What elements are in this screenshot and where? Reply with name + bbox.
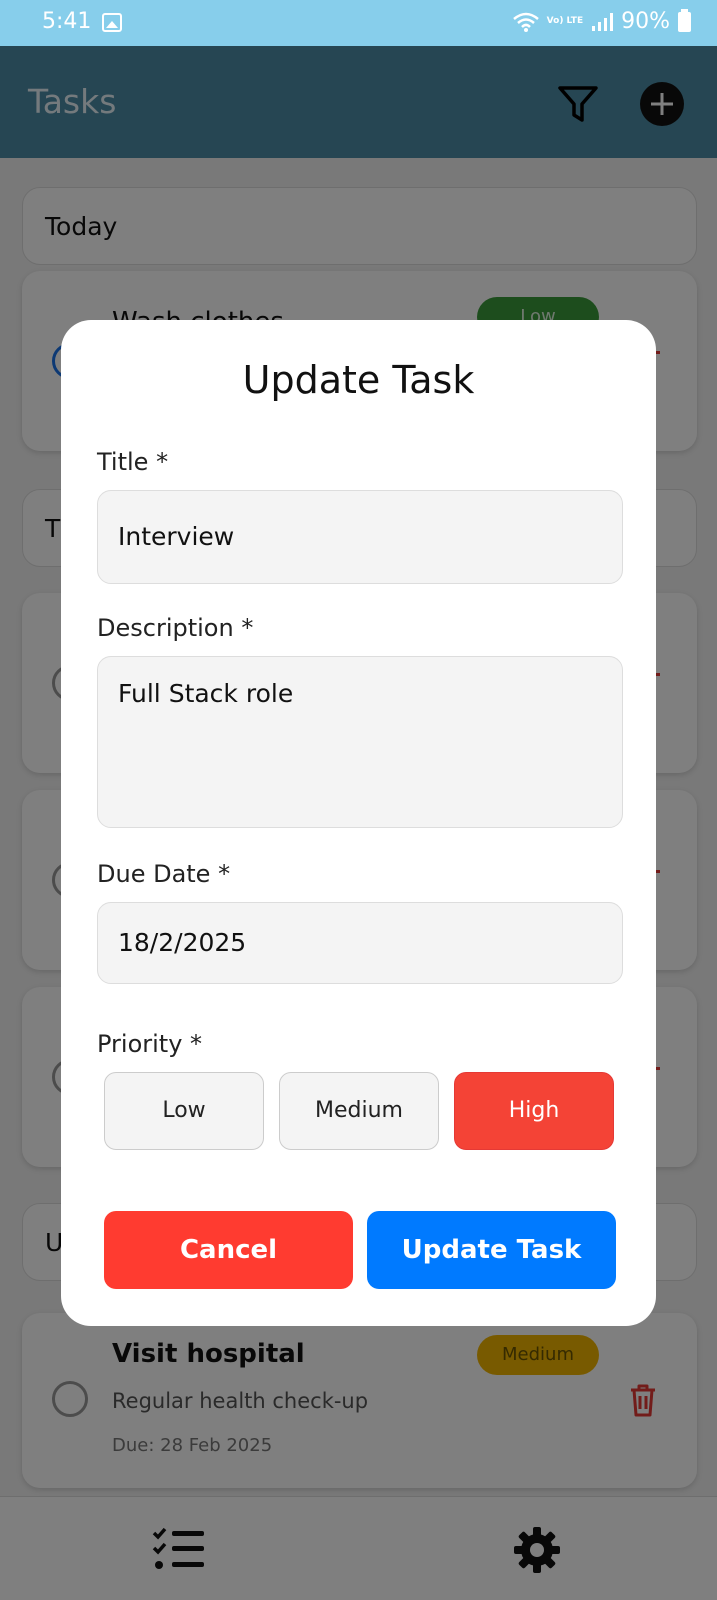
update-task-dialog: Update Task Title * Interview Descriptio…	[61, 320, 656, 1326]
signal-icon	[592, 12, 614, 31]
volte-icon: Vo) LTE	[546, 16, 584, 26]
status-bar: 5:41 Vo) LTE 90%	[0, 0, 717, 46]
priority-low-button[interactable]: Low	[104, 1072, 264, 1150]
cancel-button[interactable]: Cancel	[104, 1211, 353, 1289]
due-date-label: Due Date *	[97, 860, 231, 888]
wifi-icon	[512, 12, 539, 32]
priority-label: Priority *	[97, 1030, 203, 1058]
battery-icon	[678, 8, 691, 32]
due-date-input[interactable]: 18/2/2025	[97, 902, 623, 984]
status-icons: Vo) LTE 90%	[512, 8, 691, 34]
image-notification-icon	[102, 13, 122, 32]
title-input[interactable]: Interview	[97, 490, 623, 584]
battery-percent: 90%	[621, 9, 670, 34]
update-task-button[interactable]: Update Task	[367, 1211, 616, 1289]
description-textarea[interactable]: Full Stack role	[97, 656, 623, 828]
title-label: Title *	[97, 448, 169, 476]
dialog-title: Update Task	[242, 358, 475, 402]
priority-medium-button[interactable]: Medium	[279, 1072, 439, 1150]
status-time: 5:41	[42, 9, 92, 34]
description-label: Description *	[97, 614, 254, 642]
priority-high-button[interactable]: High	[454, 1072, 614, 1150]
